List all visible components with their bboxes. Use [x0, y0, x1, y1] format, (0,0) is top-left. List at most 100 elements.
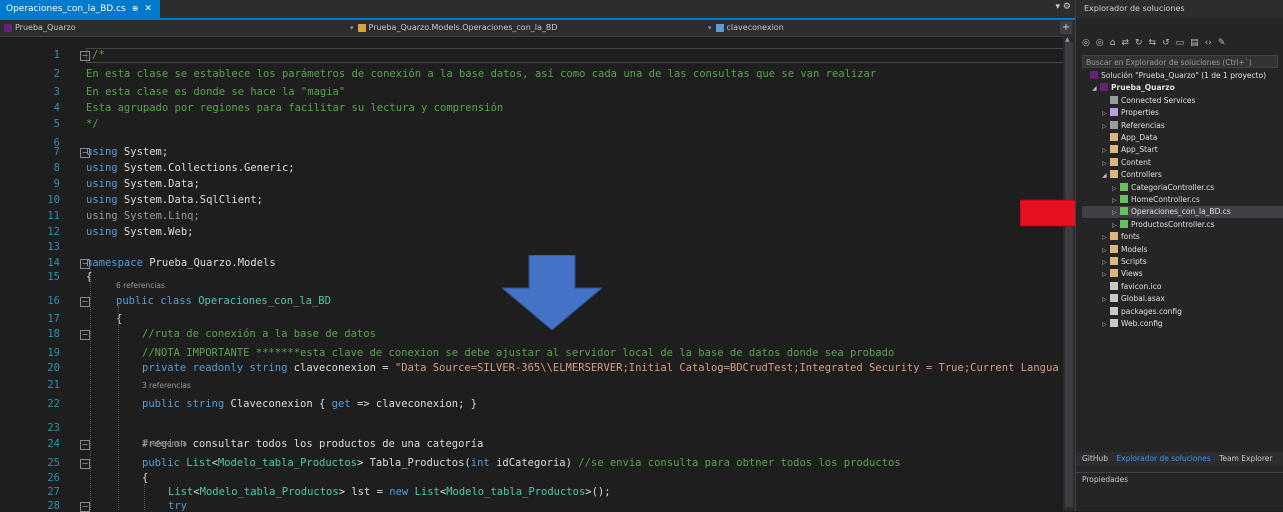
- code-line[interactable]: public List<Modelo_tabla_Productos> Tabl…: [142, 457, 901, 469]
- code-line[interactable]: List<Modelo_tabla_Productos> lst = new L…: [168, 486, 611, 498]
- collapse-all-icon[interactable]: ▭: [1176, 38, 1185, 48]
- properties-panel-title: Propiedades: [1076, 472, 1283, 487]
- tree-item[interactable]: Connected Services: [1102, 95, 1195, 107]
- switch-views-icon[interactable]: ⇄: [1121, 38, 1129, 48]
- sync-icon[interactable]: ⇆: [1149, 38, 1157, 48]
- code-line[interactable]: {: [116, 313, 122, 325]
- vertical-scrollbar[interactable]: ▲: [1063, 36, 1075, 511]
- code-line[interactable]: #region consultar todos los productos de…: [142, 438, 483, 450]
- back-icon[interactable]: ◎: [1082, 38, 1090, 48]
- collapsed-chevron-icon[interactable]: ▷: [1102, 294, 1110, 306]
- collapse-region-icon[interactable]: −: [80, 440, 90, 450]
- code-line[interactable]: namespace Prueba_Quarzo.Models: [86, 257, 276, 269]
- code-line[interactable]: En esta clase es donde se hace la "magia…: [86, 86, 345, 98]
- home-icon[interactable]: ⌂: [1110, 38, 1116, 48]
- split-editor-button[interactable]: +: [1060, 21, 1072, 34]
- collapse-region-icon[interactable]: −: [80, 459, 90, 469]
- collapsed-chevron-icon[interactable]: ▷: [1102, 257, 1110, 269]
- project-dropdown[interactable]: Prueba_Quarzo: [4, 21, 344, 35]
- tree-item[interactable]: ▷ Referencias: [1102, 120, 1165, 132]
- tree-item[interactable]: ◢ Prueba_Quarzo: [1092, 82, 1175, 94]
- collapse-region-icon[interactable]: −: [80, 259, 90, 269]
- tree-item[interactable]: ▷ Scripts: [1102, 256, 1147, 268]
- tree-item[interactable]: ▷ Operaciones_con_la_BD.cs: [1082, 206, 1283, 219]
- collapsed-chevron-icon[interactable]: ▷: [1112, 207, 1120, 219]
- code-line[interactable]: //NOTA IMPORTANTE *******esta clave de c…: [142, 347, 894, 359]
- tree-item[interactable]: ▷ ProductosController.cs: [1112, 219, 1215, 231]
- tab-overflow-icon[interactable]: ▾ ⚙: [1056, 2, 1071, 12]
- tab-solution-explorer[interactable]: Explorador de soluciones: [1116, 454, 1210, 463]
- collapsed-chevron-icon[interactable]: ▷: [1102, 158, 1110, 170]
- code-line[interactable]: Esta agrupado por regiones para facilita…: [86, 102, 503, 114]
- tree-item[interactable]: ▷ Global.asax: [1102, 293, 1165, 305]
- code-line[interactable]: using System.Web;: [86, 226, 193, 238]
- tree-item[interactable]: ▷ Content: [1102, 157, 1151, 169]
- collapse-region-icon[interactable]: −: [80, 330, 90, 340]
- collapse-region-icon[interactable]: −: [80, 297, 90, 307]
- codelens-references[interactable]: 3 referencias: [142, 381, 191, 390]
- code-line[interactable]: using System.Data.SqlClient;: [86, 194, 263, 206]
- collapse-region-icon[interactable]: −: [80, 51, 90, 61]
- tree-item[interactable]: ▷ fonts: [1102, 231, 1140, 243]
- tab-operaciones-con-la-bd[interactable]: Operaciones_con_la_BD.cs ⊕ ✕: [0, 0, 160, 18]
- collapsed-chevron-icon[interactable]: ▷: [1102, 232, 1110, 244]
- line-number: 10: [47, 194, 60, 206]
- member-dropdown[interactable]: ▾ claveconexion: [708, 21, 1048, 35]
- tree-item[interactable]: Solución "Prueba_Quarzo" (1 de 1 proyect…: [1082, 70, 1266, 82]
- code-line[interactable]: {: [142, 472, 148, 484]
- tree-item[interactable]: ▷ Properties: [1102, 107, 1159, 119]
- code-line[interactable]: using System.Data;: [86, 178, 200, 190]
- codelens-references[interactable]: 6 referencias: [116, 281, 165, 290]
- refresh-icon[interactable]: ↺: [1162, 38, 1170, 48]
- code-line[interactable]: try: [168, 500, 187, 512]
- tree-item[interactable]: ▷ Web.config: [1102, 318, 1163, 330]
- code-line[interactable]: */: [86, 118, 99, 130]
- show-all-icon[interactable]: ▤: [1190, 38, 1199, 48]
- collapsed-chevron-icon[interactable]: ▷: [1112, 195, 1120, 207]
- tree-item[interactable]: ◢ Controllers: [1102, 169, 1162, 181]
- collapsed-chevron-icon[interactable]: ▷: [1102, 145, 1110, 157]
- wrench-icon[interactable]: ✎: [1218, 38, 1226, 48]
- collapsed-chevron-icon[interactable]: ▷: [1102, 121, 1110, 133]
- code-editor[interactable]: Operaciones_con_la_BD.cs ⊕ ✕ ▾ ⚙ Prueba_…: [0, 0, 1075, 512]
- tree-item[interactable]: ▷ App_Start: [1102, 144, 1158, 156]
- code-line[interactable]: using System;: [86, 146, 168, 158]
- codelens-references[interactable]: 1 referencia: [142, 439, 187, 448]
- scrollbar-thumb[interactable]: [1065, 42, 1073, 507]
- tree-item[interactable]: favicon.ico: [1102, 281, 1161, 293]
- collapse-region-icon[interactable]: −: [80, 148, 90, 158]
- tree-item[interactable]: ▷ HomeController.cs: [1112, 194, 1200, 206]
- config-file-icon: [1110, 306, 1118, 315]
- tab-team-explorer[interactable]: Team Explorer: [1219, 454, 1272, 463]
- code-line[interactable]: using System.Linq;: [86, 210, 200, 222]
- code-line[interactable]: public class Operaciones_con_la_BD: [116, 295, 331, 307]
- collapsed-chevron-icon[interactable]: ▷: [1102, 269, 1110, 281]
- collapsed-chevron-icon[interactable]: ▷: [1112, 220, 1120, 232]
- code-line[interactable]: En esta clase se establece los parámetro…: [86, 68, 876, 80]
- expanded-chevron-icon[interactable]: ◢: [1102, 170, 1110, 182]
- code-line[interactable]: /*: [92, 49, 105, 61]
- tab-github[interactable]: GitHub: [1082, 454, 1108, 463]
- tree-item[interactable]: App_Data: [1102, 132, 1157, 144]
- solution-search-input[interactable]: Buscar en Explorador de soluciones (Ctrl…: [1082, 55, 1278, 68]
- pin-icon[interactable]: ⊕: [132, 0, 139, 18]
- history-icon[interactable]: ↻: [1135, 38, 1143, 48]
- tree-item[interactable]: ▷ Views: [1102, 268, 1143, 280]
- code-line[interactable]: //ruta de conexión a la base de datos: [142, 328, 376, 340]
- forward-icon[interactable]: ◎: [1096, 38, 1104, 48]
- expanded-chevron-icon[interactable]: ◢: [1092, 83, 1100, 95]
- collapsed-chevron-icon[interactable]: ▷: [1112, 183, 1120, 195]
- code-line[interactable]: using System.Collections.Generic;: [86, 162, 295, 174]
- collapsed-chevron-icon[interactable]: ▷: [1102, 245, 1110, 257]
- tree-item[interactable]: ▷ Models: [1102, 244, 1147, 256]
- code-line[interactable]: public string Claveconexion { get => cla…: [142, 398, 477, 410]
- collapsed-chevron-icon[interactable]: ▷: [1102, 319, 1110, 331]
- code-line[interactable]: private readonly string claveconexion = …: [142, 362, 1059, 374]
- close-icon[interactable]: ✕: [144, 0, 152, 18]
- solution-icon: [1090, 71, 1098, 79]
- code-view-icon[interactable]: ‹›: [1205, 38, 1212, 48]
- class-dropdown[interactable]: ▾ Prueba_Quarzo.Models.Operaciones_con_la…: [350, 21, 710, 35]
- tree-item[interactable]: ▷ CategoriaController.cs: [1112, 182, 1214, 194]
- collapsed-chevron-icon[interactable]: ▷: [1102, 108, 1110, 120]
- tree-item[interactable]: packages.config: [1102, 306, 1182, 318]
